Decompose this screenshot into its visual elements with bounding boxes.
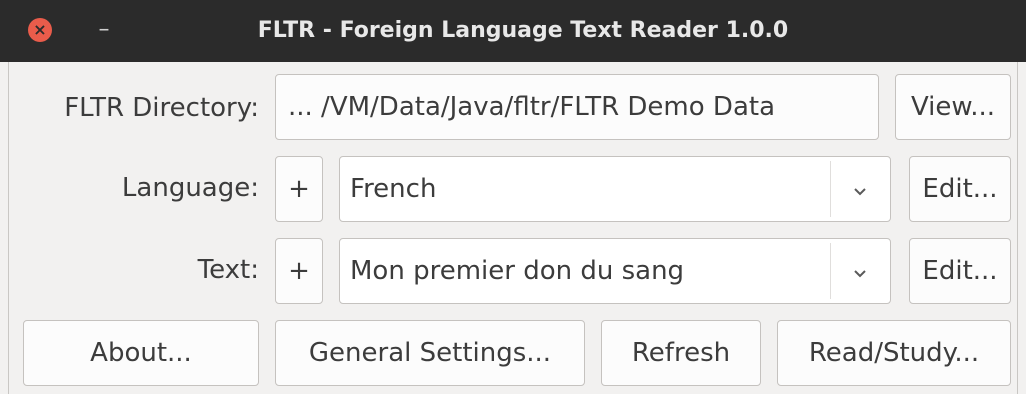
text-label: Text: <box>197 255 259 285</box>
text-select[interactable]: Mon premier don du sang <box>339 238 891 304</box>
text-select-divider <box>830 243 831 299</box>
refresh-button[interactable]: Refresh <box>601 320 761 386</box>
edit-text-button[interactable]: Edit... <box>909 238 1011 304</box>
title-bar[interactable]: × – FLTR - Foreign Language Text Reader … <box>0 0 1026 62</box>
text-select-value: Mon premier don du sang <box>350 256 685 286</box>
about-button[interactable]: About... <box>23 320 259 386</box>
add-language-button[interactable]: + <box>275 156 323 222</box>
directory-path-field: ... /VM/Data/Java/fltr/FLTR Demo Data <box>275 74 879 140</box>
chevron-down-icon[interactable] <box>832 157 888 221</box>
view-directory-button[interactable]: View... <box>895 74 1011 140</box>
add-text-button[interactable]: + <box>275 238 323 304</box>
language-label: Language: <box>121 173 259 203</box>
language-select-value: French <box>350 174 437 204</box>
edit-language-button[interactable]: Edit... <box>909 156 1011 222</box>
language-select[interactable]: French <box>339 156 891 222</box>
read-study-button[interactable]: Read/Study... <box>777 320 1011 386</box>
chevron-down-icon[interactable] <box>832 239 888 303</box>
directory-label: FLTR Directory: <box>64 93 259 123</box>
window-title: FLTR - Foreign Language Text Reader 1.0.… <box>257 18 789 43</box>
app-window: × – FLTR - Foreign Language Text Reader … <box>0 0 1026 394</box>
main-panel: FLTR Directory: ... /VM/Data/Java/fltr/F… <box>8 62 1018 394</box>
general-settings-button[interactable]: General Settings... <box>275 320 585 386</box>
language-select-divider <box>830 161 831 217</box>
